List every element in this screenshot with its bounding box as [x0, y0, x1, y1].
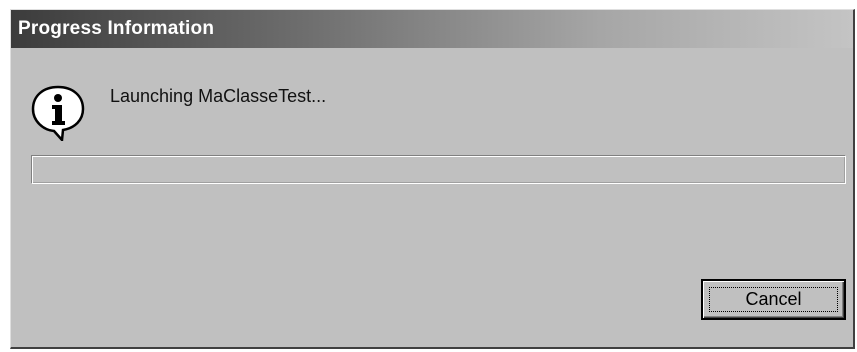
cancel-button-label: Cancel	[745, 289, 802, 309]
info-icon	[31, 85, 85, 141]
progress-bar	[31, 155, 846, 184]
cancel-button[interactable]: Cancel	[701, 279, 846, 320]
title-bar[interactable]: Progress Information	[11, 10, 853, 48]
progress-dialog: Progress Information Launching MaClasseT…	[10, 9, 855, 349]
dialog-title: Progress Information	[18, 18, 215, 39]
progress-message: Launching MaClasseTest...	[110, 86, 327, 106]
